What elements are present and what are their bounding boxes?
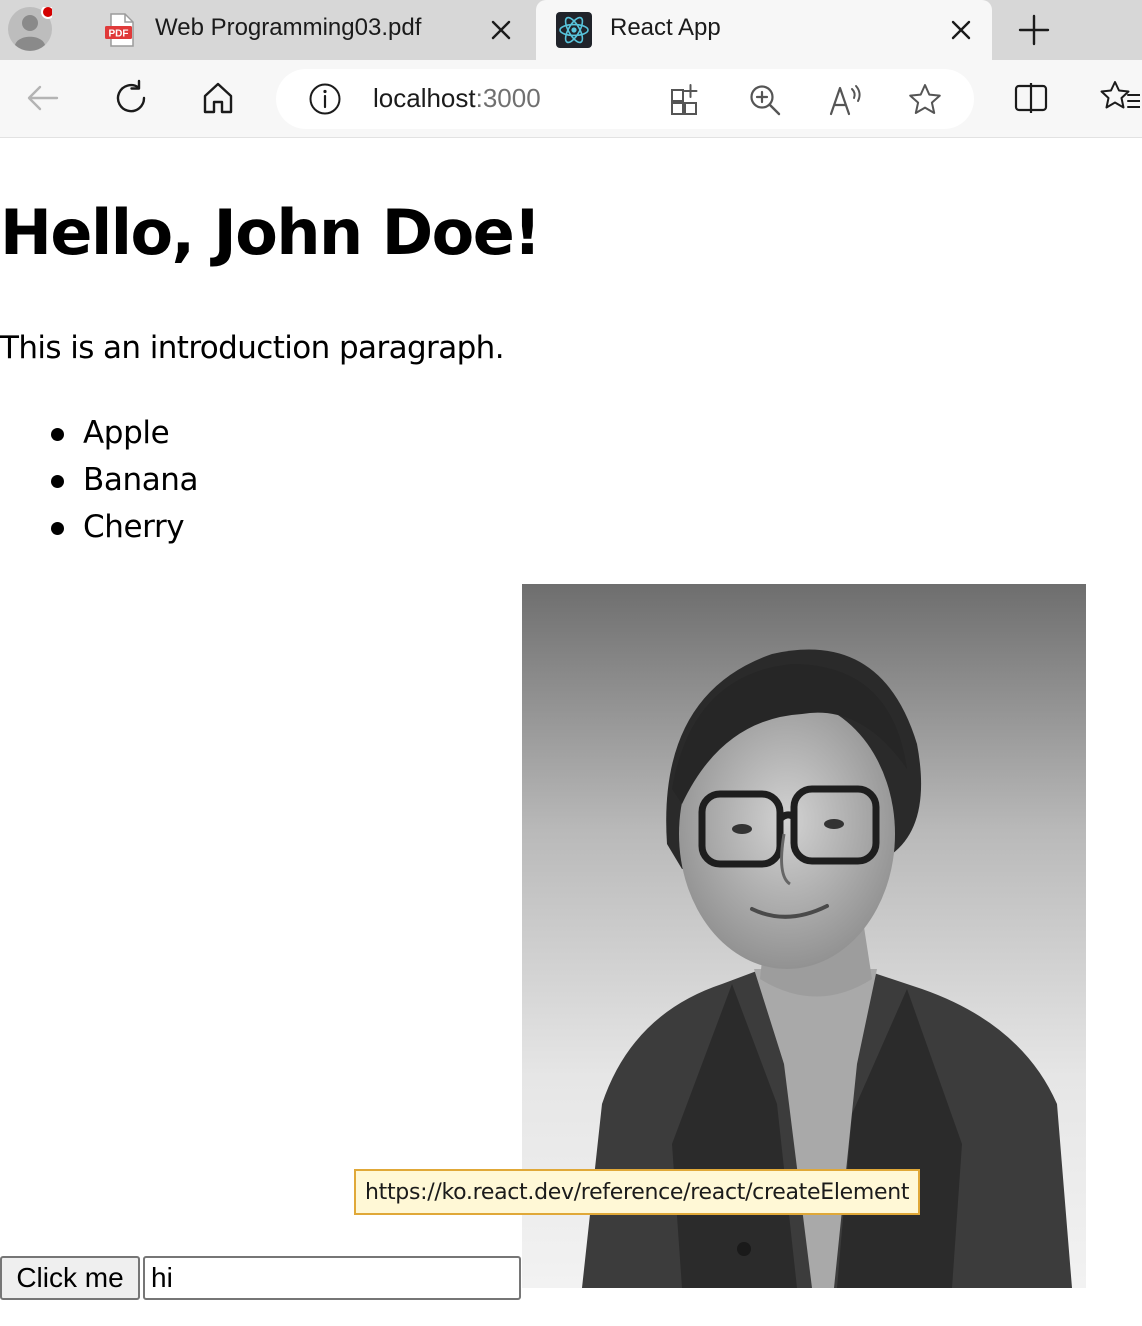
close-icon[interactable] — [948, 17, 974, 43]
browser-toolbar: localhost:3000 — [0, 60, 1142, 138]
url-port: :3000 — [475, 83, 541, 113]
page-heading: Hello, John Doe! — [0, 196, 542, 269]
intro-paragraph: This is an introduction paragraph. — [0, 330, 505, 366]
react-icon — [556, 12, 592, 48]
text-input[interactable] — [143, 1256, 521, 1300]
refresh-icon[interactable] — [111, 78, 151, 118]
zoom-in-icon[interactable] — [747, 82, 783, 118]
favorites-icon[interactable] — [1100, 78, 1140, 118]
tab-pdf[interactable]: PDF Web Programming03.pdf — [88, 0, 532, 60]
back-arrow-icon[interactable] — [23, 78, 63, 118]
tab-title: Web Programming03.pdf — [155, 14, 422, 41]
list-item: Banana — [0, 457, 199, 504]
read-aloud-icon[interactable] — [828, 82, 864, 118]
star-icon[interactable] — [907, 82, 943, 118]
page-viewport: Hello, John Doe! This is an introduction… — [0, 138, 1142, 1326]
add-app-icon[interactable] — [668, 82, 704, 118]
close-icon[interactable] — [488, 17, 514, 43]
address-bar[interactable]: localhost:3000 — [276, 69, 974, 129]
tab-react-app[interactable]: React App — [536, 0, 992, 60]
link-tooltip: https://ko.react.dev/reference/react/cre… — [354, 1169, 921, 1215]
list-item: Apple — [0, 410, 198, 457]
click-me-button[interactable]: Click me — [0, 1256, 140, 1300]
svg-text:PDF: PDF — [109, 29, 129, 40]
tab-title: React App — [610, 14, 721, 41]
url-text[interactable]: localhost:3000 — [373, 83, 541, 114]
profile-avatar-icon[interactable] — [8, 7, 52, 51]
split-screen-icon[interactable] — [1011, 78, 1051, 118]
info-icon[interactable] — [308, 82, 342, 116]
fruit-list: Apple Banana Cherry — [0, 410, 199, 551]
pdf-icon: PDF — [105, 13, 134, 47]
list-item: Cherry — [0, 504, 198, 551]
plus-icon[interactable] — [1014, 10, 1054, 50]
home-icon[interactable] — [198, 78, 238, 118]
url-host: localhost — [373, 83, 476, 113]
tab-strip: PDF Web Programming03.pdf React App — [0, 0, 1142, 60]
